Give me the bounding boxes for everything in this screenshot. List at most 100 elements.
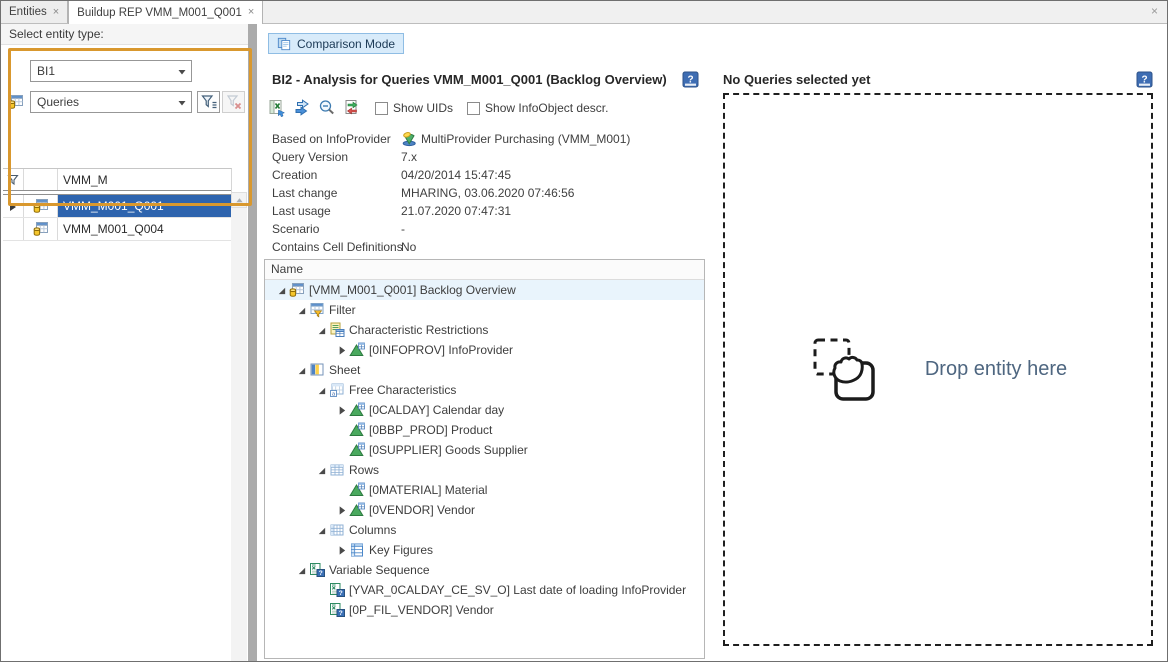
variable-icon: ? (329, 582, 345, 598)
expand-arrow-icon[interactable] (334, 504, 349, 516)
tree-row-label: Columns (349, 523, 396, 537)
comparison-mode-label: Comparison Mode (297, 37, 395, 51)
info-value: 04/20/2014 15:47:45 (401, 168, 511, 182)
filter-row-funnel-icon (7, 174, 19, 186)
queries-type-icon (8, 94, 24, 110)
clear-filter-icon (225, 93, 243, 111)
collapse-arrow-icon[interactable] (294, 304, 309, 316)
tree-row[interactable]: [0BBP_PROD] Product (265, 420, 704, 440)
comparison-mode-button[interactable]: Comparison Mode (268, 33, 404, 54)
zoom-out-icon[interactable] (318, 99, 336, 117)
entity-list-scrollbar[interactable] (231, 192, 247, 662)
characteristic-icon (349, 422, 365, 438)
tree-row[interactable]: ?[0P_FIL_VENDOR] Vendor (265, 600, 704, 620)
expand-arrow-icon[interactable] (334, 544, 349, 556)
tree-row[interactable]: [0INFOPROV] InfoProvider (265, 340, 704, 360)
drop-zone[interactable]: Drop entity here (723, 93, 1153, 646)
scroll-up-button[interactable] (231, 192, 247, 208)
svg-text:?: ? (1141, 75, 1147, 86)
tree-row-label: [0CALDAY] Calendar day (369, 403, 504, 417)
tab-buildup-rep[interactable]: Buildup REP VMM_M001_Q001 × (68, 1, 263, 24)
tree-row[interactable]: [0MATERIAL] Material (265, 480, 704, 500)
entity-filter-row[interactable]: VMM_M (3, 169, 231, 190)
info-label: Based on InfoProvider (272, 132, 401, 146)
name-column-header[interactable]: Name (265, 260, 704, 280)
info-label: Contains Cell Definitions (272, 240, 401, 254)
entity-filter-input[interactable]: VMM_M (58, 169, 231, 190)
tree-row[interactable]: Columns (265, 520, 704, 540)
filter-button[interactable] (197, 91, 220, 113)
expand-arrow-icon[interactable] (334, 344, 349, 356)
help-icon[interactable]: ? (682, 71, 699, 88)
collapse-arrow-icon[interactable] (314, 464, 329, 476)
info-label: Last usage (272, 204, 401, 218)
collapse-arrow-icon[interactable] (294, 364, 309, 376)
tree-row[interactable]: Sheet (265, 360, 704, 380)
tree-row[interactable]: [0CALDAY] Calendar day (265, 400, 704, 420)
entity-row[interactable]: VMM_M001_Q004 (3, 218, 231, 241)
collapse-arrow-icon[interactable] (294, 564, 309, 576)
tree-row[interactable]: Filter (265, 300, 704, 320)
tree-row-label: [YVAR_0CALDAY_CE_SV_O] Last date of load… (349, 583, 686, 597)
tree-row-label: [0INFOPROV] InfoProvider (369, 343, 513, 357)
help-icon[interactable]: ? (1136, 71, 1153, 88)
checkbox-label: Show InfoObject descr. (485, 101, 608, 115)
collapse-arrow-icon[interactable] (314, 324, 329, 336)
checkbox-box[interactable] (375, 102, 388, 115)
collapse-arrow-icon[interactable] (314, 524, 329, 536)
buildup-rep-window: Entities × Buildup REP VMM_M001_Q001 × ×… (0, 0, 1168, 662)
sheet-icon (309, 362, 325, 378)
drop-zone-label: Drop entity here (925, 358, 1067, 381)
comparison-icon (277, 37, 291, 51)
info-value: 7.x (401, 150, 417, 164)
swap-icon[interactable] (343, 99, 361, 117)
entity-row[interactable]: VMM_M001_Q001 (3, 195, 231, 218)
tree-row[interactable]: Key Figures (265, 540, 704, 560)
info-value: - (401, 222, 405, 236)
checkbox-show-uids[interactable]: Show UIDs (375, 101, 453, 115)
tree-row[interactable]: ? [YVAR_0CALDAY_CE_SV_O] Last date of loa… (265, 580, 704, 600)
filter-icon (309, 302, 325, 318)
tree-row-label: [VMM_M001_Q001] Backlog Overview (309, 283, 516, 297)
clear-filter-button[interactable] (222, 91, 245, 113)
checkbox-show-infoobject-descr-[interactable]: Show InfoObject descr. (467, 101, 608, 115)
tree-row[interactable]: [0SUPPLIER] Goods Supplier (265, 440, 704, 460)
tab-entities[interactable]: Entities × (1, 1, 68, 23)
tree-row-label: Variable Sequence (329, 563, 430, 577)
characteristic-icon (349, 502, 365, 518)
tree-row-label: Sheet (329, 363, 360, 377)
transfer-icon[interactable] (293, 99, 311, 117)
variable-icon: ? (309, 562, 325, 578)
tree-row[interactable]: Characteristic Restrictions (265, 320, 704, 340)
tab-close-icon[interactable]: × (248, 7, 254, 18)
tree-row[interactable]: Rows (265, 460, 704, 480)
excel-export-icon[interactable] (268, 99, 286, 117)
tree-row-label: Free Characteristics (349, 383, 456, 397)
info-value: MHARING, 03.06.2020 07:46:56 (401, 186, 574, 200)
tree-row[interactable]: [VMM_M001_Q001] Backlog Overview (265, 280, 704, 300)
expand-arrow-icon[interactable] (334, 404, 349, 416)
checkbox-box[interactable] (467, 102, 480, 115)
tab-close-icon[interactable]: × (53, 7, 59, 18)
key-figures-icon (349, 542, 365, 558)
analysis-title: BI2 - Analysis for Queries VMM_M001_Q001… (272, 72, 667, 87)
tree-row-label: [0BBP_PROD] Product (369, 423, 492, 437)
chevron-down-icon (177, 97, 187, 107)
arrow-spacer (334, 484, 349, 496)
info-row: Contains Cell DefinitionsNo (272, 238, 702, 256)
right-panel-title: No Queries selected yet (723, 72, 870, 87)
tree-row[interactable]: ? Variable Sequence (265, 560, 704, 580)
collapse-arrow-icon[interactable] (314, 384, 329, 396)
info-row: Query Version7.x (272, 148, 702, 166)
collapse-arrow-icon[interactable] (274, 284, 289, 296)
arrow-spacer (334, 444, 349, 456)
entity-type-select[interactable]: Queries (30, 91, 192, 113)
system-select[interactable]: BI1 (30, 60, 192, 82)
panel-splitter[interactable] (248, 23, 257, 662)
entity-name: VMM_M001_Q001 (58, 195, 231, 217)
tab-entities-label: Entities (9, 6, 47, 18)
close-icon[interactable]: × (1151, 5, 1158, 17)
info-label: Creation (272, 168, 401, 182)
tree-row[interactable]: [0VENDOR] Vendor (265, 500, 704, 520)
tree-row[interactable]: aFree Characteristics (265, 380, 704, 400)
